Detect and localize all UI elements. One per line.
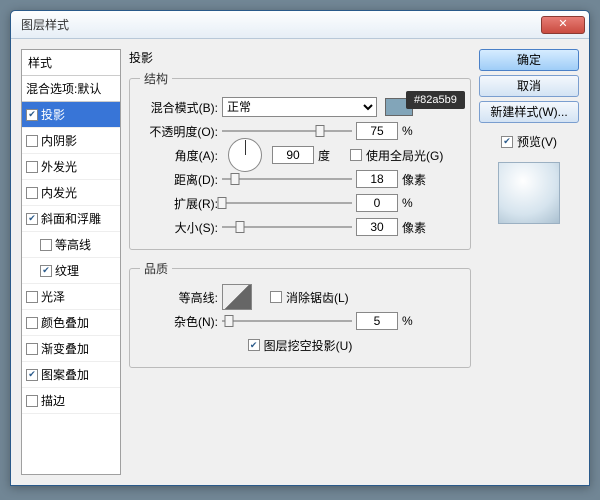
style-list-header: 样式	[22, 50, 120, 76]
style-checkbox[interactable]: ✔	[26, 109, 38, 121]
style-checkbox[interactable]: ✔	[26, 213, 38, 225]
style-item-label: 光泽	[41, 288, 65, 305]
style-item-渐变叠加[interactable]: 渐变叠加	[22, 336, 120, 362]
style-checkbox[interactable]: ✔	[40, 265, 52, 277]
global-light-checkbox[interactable]	[350, 149, 362, 161]
titlebar[interactable]: 图层样式 ✕	[11, 11, 589, 39]
noise-input[interactable]: 5	[356, 312, 398, 330]
right-panel: 确定 取消 新建样式(W)... ✔ 预览(V) #82a5b9	[479, 49, 579, 475]
color-tooltip: #82a5b9	[406, 91, 465, 109]
style-item-label: 纹理	[55, 262, 79, 279]
style-item-光泽[interactable]: 光泽	[22, 284, 120, 310]
antialias-checkbox[interactable]	[270, 291, 282, 303]
spread-label: 扩展(R):	[140, 195, 218, 212]
new-style-button[interactable]: 新建样式(W)...	[479, 101, 579, 123]
style-checkbox[interactable]: ✔	[26, 369, 38, 381]
style-item-label: 颜色叠加	[41, 314, 89, 331]
knockout-label: 图层挖空投影(U)	[264, 337, 353, 354]
opacity-input[interactable]: 75	[356, 122, 398, 140]
distance-label: 距离(D):	[140, 171, 218, 188]
window-title: 图层样式	[21, 16, 541, 33]
style-item-label: 内阴影	[41, 132, 77, 149]
layer-style-dialog: 图层样式 ✕ 样式 混合选项:默认 ✔投影内阴影外发光内发光✔斜面和浮雕等高线✔…	[10, 10, 590, 486]
blendmode-label: 混合模式(B):	[140, 99, 218, 116]
cancel-button[interactable]: 取消	[479, 75, 579, 97]
style-item-label: 描边	[41, 392, 65, 409]
options-panel: 投影 结构 混合模式(B): 正常 不透明度(O): 75 % 角度(A):	[129, 49, 471, 475]
style-item-label: 渐变叠加	[41, 340, 89, 357]
style-checkbox[interactable]	[26, 187, 38, 199]
style-item-投影[interactable]: ✔投影	[22, 102, 120, 128]
style-item-纹理[interactable]: ✔纹理	[22, 258, 120, 284]
style-item-label: 内发光	[41, 184, 77, 201]
blend-options[interactable]: 混合选项:默认	[22, 76, 120, 102]
global-light-label: 使用全局光(G)	[366, 147, 443, 164]
antialias-label: 消除锯齿(L)	[286, 289, 349, 306]
blendmode-select[interactable]: 正常	[222, 97, 377, 117]
style-item-label: 图案叠加	[41, 366, 89, 383]
style-item-斜面和浮雕[interactable]: ✔斜面和浮雕	[22, 206, 120, 232]
style-item-等高线[interactable]: 等高线	[22, 232, 120, 258]
style-checkbox[interactable]	[26, 395, 38, 407]
quality-group: 品质 等高线: 消除锯齿(L) 杂色(N): 5 % ✔ 图层挖空投影(U)	[129, 260, 471, 368]
structure-legend: 结构	[140, 70, 172, 87]
size-input[interactable]: 30	[356, 218, 398, 236]
style-item-label: 等高线	[55, 236, 91, 253]
angle-dial[interactable]	[228, 138, 262, 172]
style-list: 样式 混合选项:默认 ✔投影内阴影外发光内发光✔斜面和浮雕等高线✔纹理光泽颜色叠…	[21, 49, 121, 475]
preview-checkbox[interactable]: ✔	[501, 136, 513, 148]
knockout-checkbox[interactable]: ✔	[248, 339, 260, 351]
style-checkbox[interactable]	[40, 239, 52, 251]
quality-legend: 品质	[140, 260, 172, 277]
style-checkbox[interactable]	[26, 161, 38, 173]
distance-slider[interactable]	[222, 170, 352, 188]
noise-slider[interactable]	[222, 312, 352, 330]
noise-label: 杂色(N):	[140, 313, 218, 330]
size-label: 大小(S):	[140, 219, 218, 236]
distance-input[interactable]: 18	[356, 170, 398, 188]
spread-slider[interactable]	[222, 194, 352, 212]
style-item-颜色叠加[interactable]: 颜色叠加	[22, 310, 120, 336]
style-item-label: 外发光	[41, 158, 77, 175]
opacity-label: 不透明度(O):	[140, 123, 218, 140]
style-checkbox[interactable]	[26, 343, 38, 355]
style-item-描边[interactable]: 描边	[22, 388, 120, 414]
style-item-内阴影[interactable]: 内阴影	[22, 128, 120, 154]
style-item-图案叠加[interactable]: ✔图案叠加	[22, 362, 120, 388]
contour-label: 等高线:	[140, 289, 218, 306]
preview-label: 预览(V)	[517, 133, 557, 150]
size-slider[interactable]	[222, 218, 352, 236]
panel-title: 投影	[129, 49, 471, 66]
preview-thumbnail	[498, 162, 560, 224]
contour-picker[interactable]	[222, 284, 252, 310]
style-item-外发光[interactable]: 外发光	[22, 154, 120, 180]
style-checkbox[interactable]	[26, 135, 38, 147]
style-item-label: 斜面和浮雕	[41, 210, 101, 227]
style-checkbox[interactable]	[26, 317, 38, 329]
spread-input[interactable]: 0	[356, 194, 398, 212]
ok-button[interactable]: 确定	[479, 49, 579, 71]
style-checkbox[interactable]	[26, 291, 38, 303]
close-button[interactable]: ✕	[541, 16, 585, 34]
angle-input[interactable]: 90	[272, 146, 314, 164]
style-item-label: 投影	[41, 106, 65, 123]
angle-label: 角度(A):	[140, 147, 218, 164]
style-item-内发光[interactable]: 内发光	[22, 180, 120, 206]
